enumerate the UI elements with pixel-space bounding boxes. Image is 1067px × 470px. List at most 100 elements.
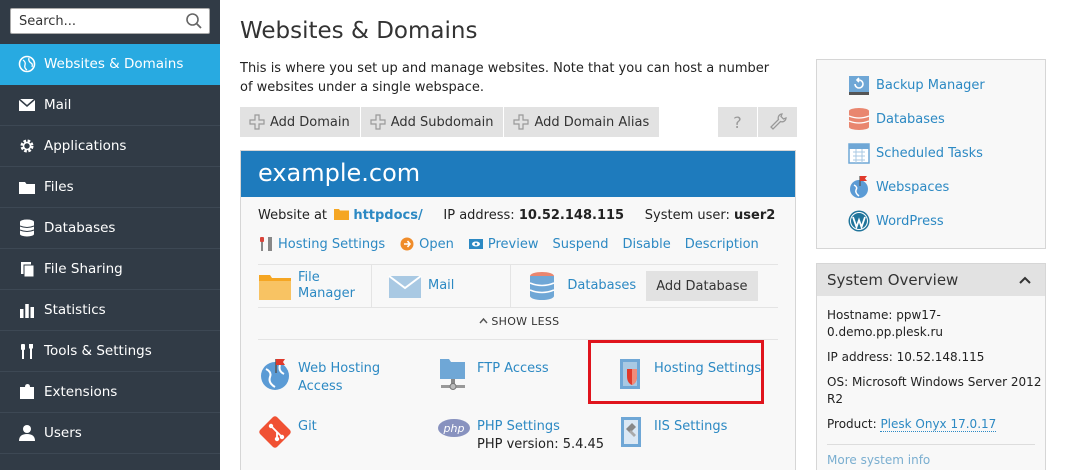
backup-icon (849, 76, 869, 95)
system-overview-header[interactable]: System Overview (817, 264, 1045, 296)
iis-settings-link[interactable]: IIS Settings (614, 415, 727, 449)
os-row: OS: Microsoft Windows Server 2012 R2 (827, 374, 1042, 408)
divider (827, 444, 1035, 445)
sidebar-item-label: Extensions (44, 384, 118, 400)
sidebar-item-file-sharing[interactable]: File Sharing (0, 249, 220, 290)
sidebar-item-statistics[interactable]: Statistics (0, 290, 220, 331)
description-label: Description (684, 236, 759, 252)
add-database-button[interactable]: Add Database (646, 271, 758, 301)
databases-panel-label: Databases (876, 111, 945, 127)
add-subdomain-button[interactable]: Add Subdomain (360, 107, 505, 137)
folder-icon (259, 275, 291, 300)
php-settings-label: PHP Settings (477, 419, 560, 434)
chevron-up-icon (479, 317, 488, 324)
os-value: Microsoft Windows Server 2012 R2 (827, 375, 1042, 406)
wordpress-link[interactable]: WordPress (847, 209, 944, 233)
ftp-access-label: FTP Access (477, 361, 549, 376)
sidebar-item-websites-domains[interactable]: Websites & Domains (0, 44, 220, 85)
ftp-icon (440, 359, 465, 390)
sidebar-item-label: Mail (44, 97, 72, 113)
file-sharing-icon (18, 260, 36, 278)
webspaces-link[interactable]: Webspaces (847, 175, 949, 199)
more-system-info-link[interactable]: More system info (827, 453, 930, 467)
suspend-link[interactable]: Suspend (553, 236, 609, 252)
user-icon (18, 424, 36, 442)
page-title: Websites & Domains (240, 18, 478, 44)
scheduled-tasks-label: Scheduled Tasks (876, 145, 983, 161)
ftp-access-link[interactable]: FTP Access (437, 357, 549, 391)
tools-icon (18, 342, 36, 360)
sidebar-item-applications[interactable]: Applications (0, 126, 220, 167)
globe-flag-icon (850, 176, 868, 198)
databases-link[interactable]: Databases (567, 278, 636, 294)
ip-label: IP address: (827, 350, 893, 364)
bar-chart-icon (18, 301, 36, 319)
docroot-link[interactable]: httpdocs/ (353, 208, 422, 223)
hostname-label: Hostname: (827, 308, 893, 322)
databases-quick: Databases Add Database (527, 265, 758, 307)
domain-card: example.com Website at httpdocs/ IP addr… (240, 150, 796, 470)
scheduled-tasks-link[interactable]: Scheduled Tasks (847, 141, 983, 165)
envelope-icon (18, 96, 36, 114)
disable-link[interactable]: Disable (623, 236, 671, 252)
sidebar-item-mail[interactable]: Mail (0, 85, 220, 126)
help-button[interactable]: ? (718, 107, 757, 137)
plus-icon (370, 114, 386, 130)
settings-button[interactable] (758, 107, 797, 137)
product-link[interactable]: Plesk Onyx 17.0.17 (880, 417, 997, 432)
ip-label: IP address: (443, 208, 515, 223)
add-domain-label: Add Domain (270, 114, 350, 130)
sidebar-item-extensions[interactable]: Extensions (0, 372, 220, 413)
sidebar-item-files[interactable]: Files (0, 167, 220, 208)
preview-link[interactable]: Preview (468, 236, 539, 252)
sidebar: Websites & Domains Mail Applications Fil… (0, 0, 220, 470)
ip-value: 10.52.148.115 (896, 350, 985, 364)
web-hosting-access-link[interactable]: Web Hosting Access (258, 357, 380, 396)
iis-icon (621, 417, 641, 447)
add-subdomain-label: Add Subdomain (390, 114, 494, 130)
globe-flag-icon (261, 359, 289, 390)
search-icon[interactable] (185, 12, 203, 30)
search-box[interactable] (10, 8, 210, 34)
search-input[interactable] (11, 9, 176, 33)
show-less-toggle[interactable]: SHOW LESS (241, 315, 797, 328)
iis-settings-label: IIS Settings (654, 419, 728, 434)
description-link[interactable]: Description (685, 236, 759, 252)
add-domain-button[interactable]: Add Domain (240, 107, 361, 137)
file-manager-link[interactable]: File Manager (258, 265, 372, 307)
disable-label: Disable (622, 236, 671, 252)
databases-panel-link[interactable]: Databases (847, 107, 945, 131)
calendar-icon (848, 143, 870, 164)
sidebar-item-users[interactable]: Users (0, 413, 220, 454)
system-user-value: user2 (734, 208, 776, 223)
open-link[interactable]: Open (399, 236, 454, 252)
puzzle-icon (18, 383, 36, 401)
php-settings-link[interactable]: php PHP Settings PHP version: 5.4.45 (437, 415, 604, 454)
php-icon: php (438, 419, 470, 437)
sidebar-item-label: Statistics (44, 302, 106, 318)
suspend-label: Suspend (552, 236, 609, 252)
plus-icon (249, 114, 265, 130)
open-label: Open (419, 236, 454, 252)
sidebar-nav: Websites & Domains Mail Applications Fil… (0, 44, 220, 454)
ip-row: IP address: 10.52.148.115 (827, 349, 1042, 366)
git-link[interactable]: Git (258, 415, 317, 449)
domain-name[interactable]: example.com (241, 151, 795, 197)
sidebar-item-tools-settings[interactable]: Tools & Settings (0, 331, 220, 372)
folder-icon (18, 178, 36, 196)
backup-manager-link[interactable]: Backup Manager (847, 73, 985, 97)
file-manager-label-line2: Manager (298, 286, 355, 301)
mail-link[interactable]: Mail (388, 265, 512, 307)
quick-access-row: File Manager Mail Databases Add Database (258, 264, 778, 308)
chevron-up-icon[interactable] (1017, 272, 1033, 288)
add-domain-alias-button[interactable]: Add Domain Alias (504, 107, 661, 137)
wordpress-icon (848, 210, 870, 232)
hosting-settings-link[interactable]: Hosting Settings (258, 236, 385, 252)
wrench-icon (769, 113, 787, 130)
mail-label: Mail (427, 278, 455, 293)
gear-icon (18, 137, 36, 155)
system-user-label: System user: (644, 208, 730, 223)
product-label: Product: (827, 417, 877, 431)
sidebar-item-label: Users (44, 425, 82, 441)
sidebar-item-databases[interactable]: Databases (0, 208, 220, 249)
